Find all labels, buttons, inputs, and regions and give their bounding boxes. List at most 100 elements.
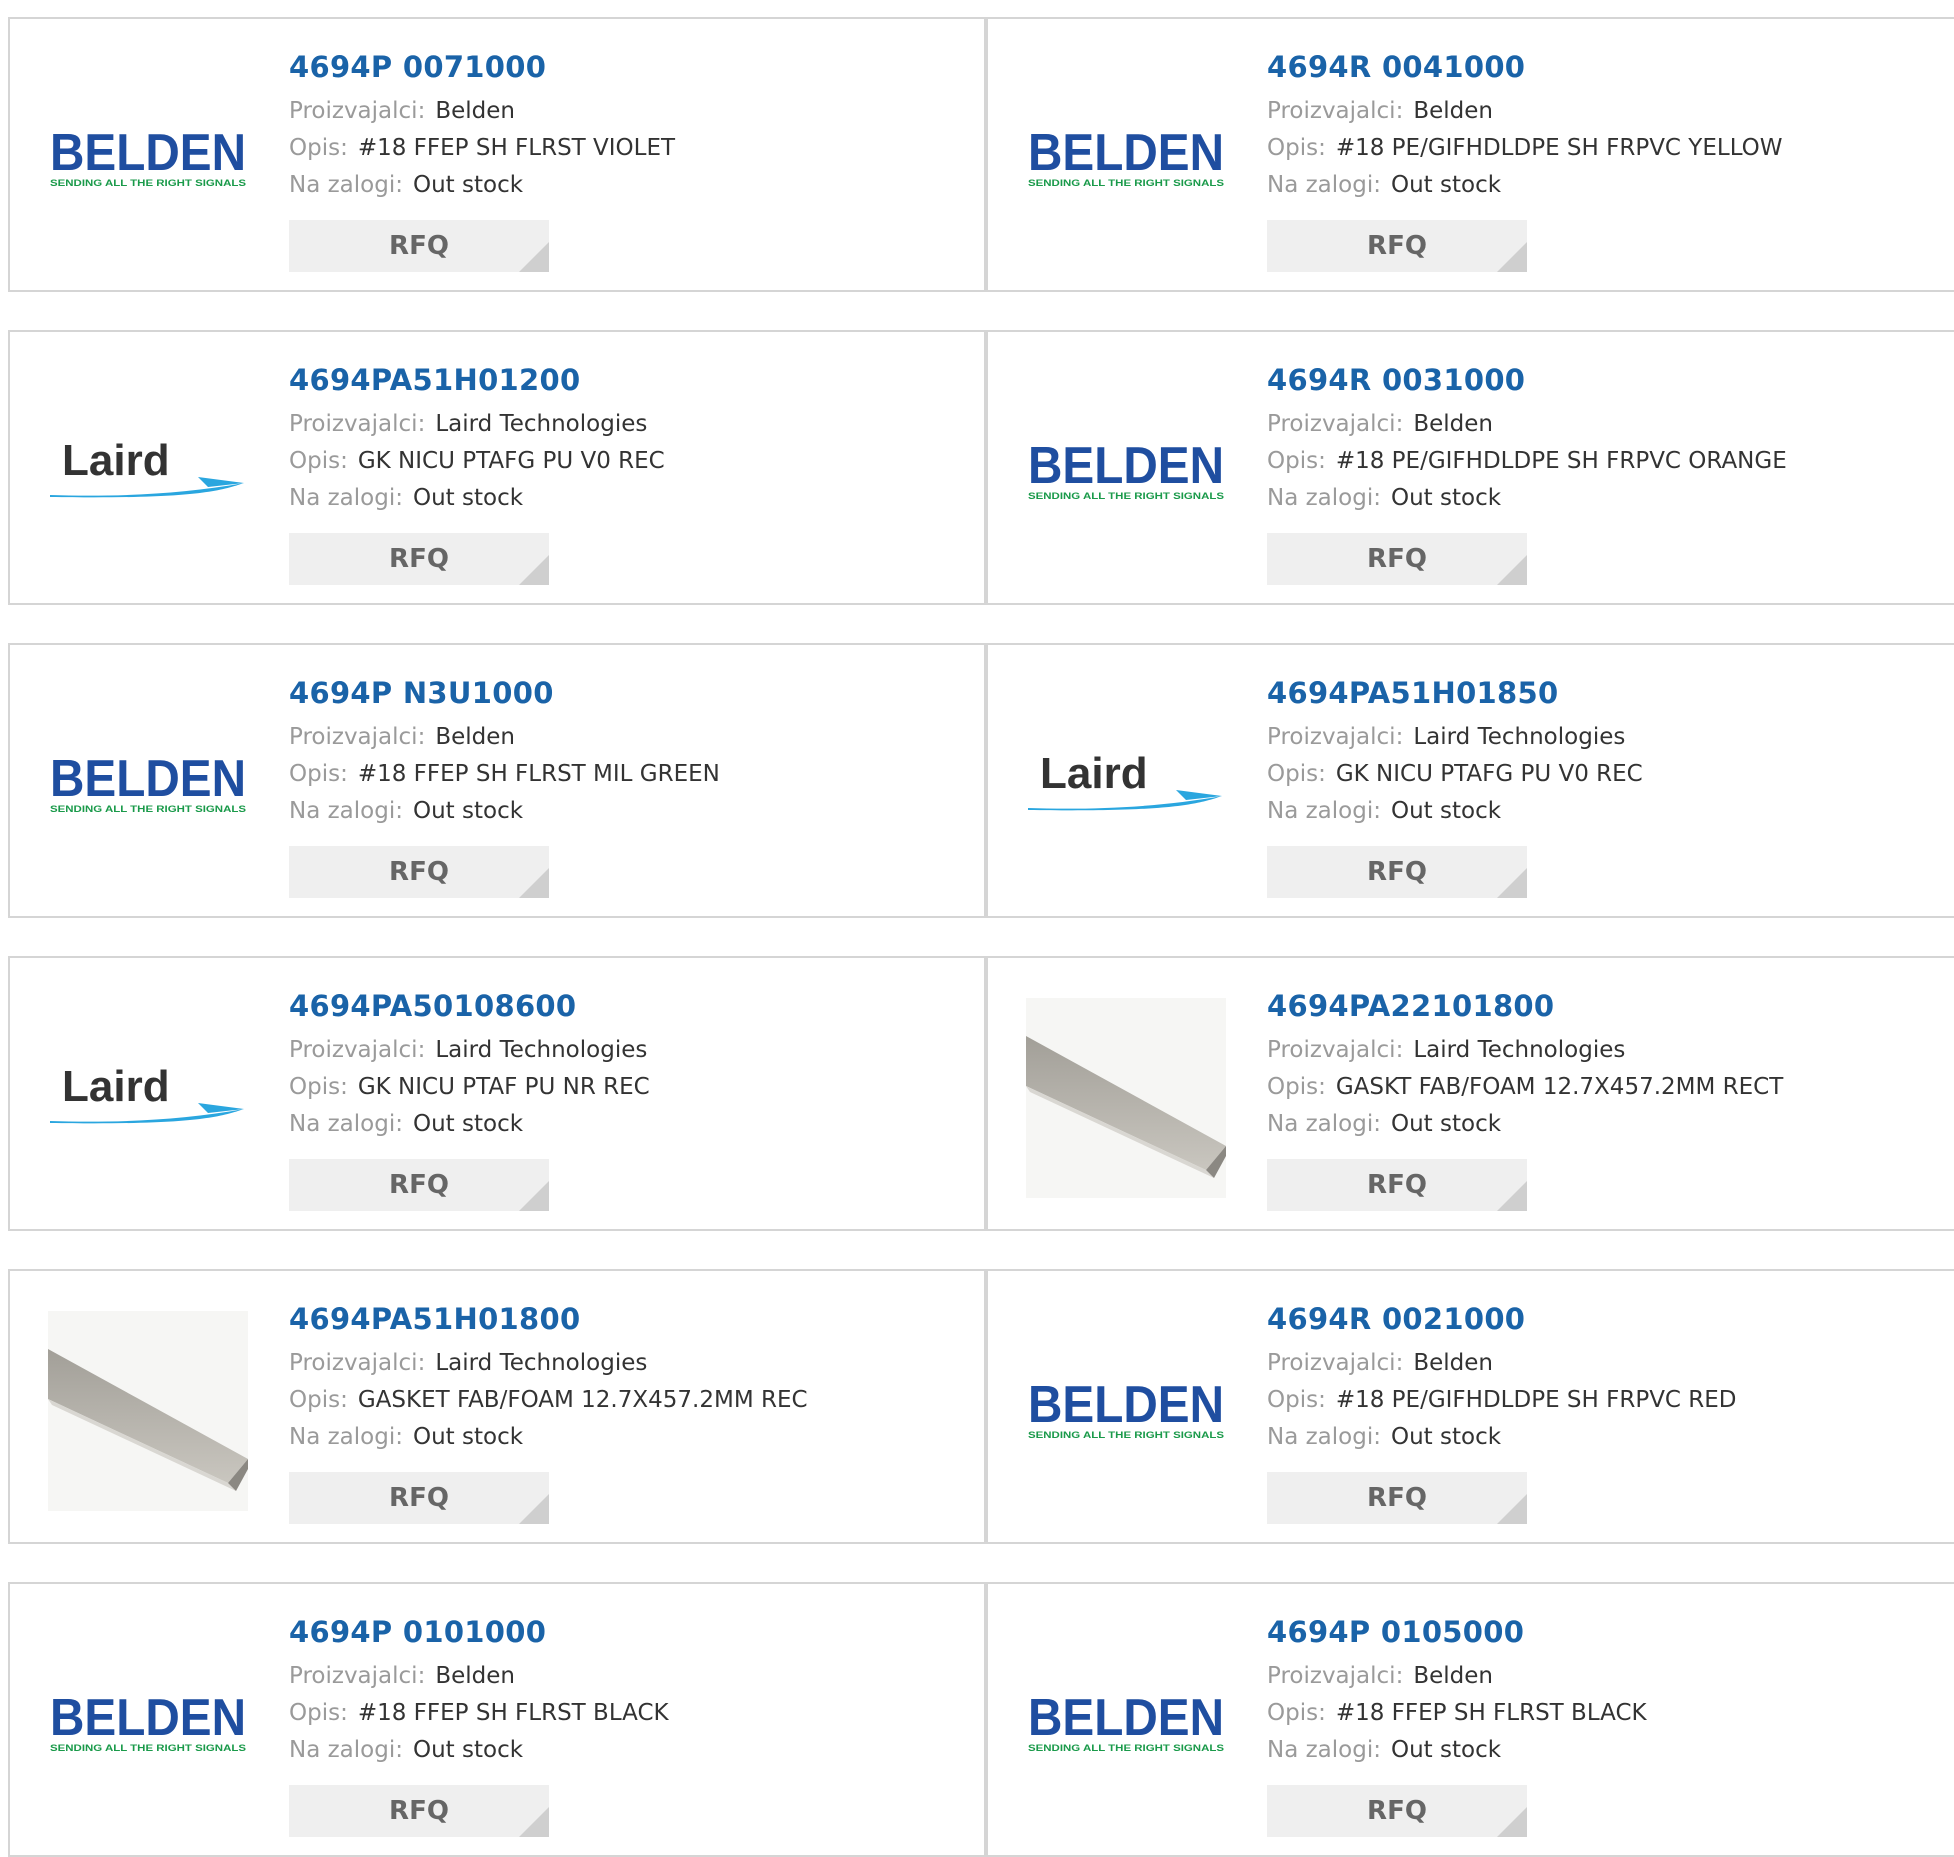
laird-swoosh-tip <box>198 1103 244 1113</box>
description-value: #18 PE/GIFHDLDPE SH FRPVC RED <box>1335 1387 1737 1413</box>
manufacturer-line: Proizvajalci: Belden <box>289 1658 669 1695</box>
product-image[interactable]: BELDEN SENDING ALL THE RIGHT SIGNALS <box>1026 1311 1226 1511</box>
part-number-link[interactable]: 4694P 0071000 <box>289 49 675 85</box>
stock-line: Na zalogi: Out stock <box>289 793 720 830</box>
stock-label: Na zalogi: <box>289 798 403 824</box>
corner-triangle-icon <box>519 868 549 898</box>
part-number-link[interactable]: 4694R 0031000 <box>1267 362 1787 398</box>
stock-line: Na zalogi: Out stock <box>289 1106 650 1143</box>
stock-line: Na zalogi: Out stock <box>289 167 675 204</box>
product-image[interactable]: BELDEN SENDING ALL THE RIGHT SIGNALS <box>1026 59 1226 259</box>
product-card: BELDEN SENDING ALL THE RIGHT SIGNALS 469… <box>986 19 1954 290</box>
product-image[interactable]: BELDEN SENDING ALL THE RIGHT SIGNALS <box>48 685 248 885</box>
rfq-button[interactable]: RFQ <box>1267 1472 1527 1524</box>
manufacturer-label: Proizvajalci: <box>1267 724 1404 750</box>
part-number-link[interactable]: 4694P 0105000 <box>1267 1614 1647 1650</box>
corner-triangle-icon <box>1497 1181 1527 1211</box>
product-image[interactable]: BELDEN SENDING ALL THE RIGHT SIGNALS <box>48 1624 248 1824</box>
product-info: 4694R 0021000 Proizvajalci: Belden Opis: #18… <box>1267 1301 1737 1456</box>
stock-line: Na zalogi: Out stock <box>1267 480 1787 517</box>
belden-tagline: SENDING ALL THE RIGHT SIGNALS <box>50 178 246 188</box>
laird-wordmark: Laird <box>62 437 170 485</box>
stock-label: Na zalogi: <box>1267 1111 1381 1137</box>
manufacturer-line: Proizvajalci: Belden <box>1267 1345 1737 1382</box>
part-number-link[interactable]: 4694PA22101800 <box>1267 988 1783 1024</box>
manufacturer-line: Proizvajalci: Belden <box>289 719 720 756</box>
rfq-button[interactable]: RFQ <box>1267 846 1527 898</box>
stock-line: Na zalogi: Out stock <box>1267 167 1783 204</box>
description-line: Opis: #18 FFEP SH FLRST VIOLET <box>289 130 675 167</box>
rfq-button[interactable]: RFQ <box>289 1159 549 1211</box>
part-number-link[interactable]: 4694P N3U1000 <box>289 675 720 711</box>
stock-value: Out stock <box>1390 798 1502 824</box>
stock-label: Na zalogi: <box>289 485 403 511</box>
description-line: Opis: #18 FFEP SH FLRST BLACK <box>1267 1695 1647 1732</box>
product-card: BELDEN SENDING ALL THE RIGHT SIGNALS 469… <box>8 19 986 290</box>
part-number-link[interactable]: 4694PA50108600 <box>289 988 650 1024</box>
manufacturer-line: Proizvajalci: Belden <box>1267 406 1787 443</box>
product-image[interactable] <box>48 1311 248 1511</box>
manufacturer-value: Belden <box>435 1663 515 1689</box>
manufacturer-line: Proizvajalci: Laird Technologies <box>289 1345 808 1382</box>
rfq-button[interactable]: RFQ <box>1267 533 1527 585</box>
manufacturer-label: Proizvajalci: <box>289 1663 426 1689</box>
product-info: 4694P 0105000 Proizvajalci: Belden Opis: #18… <box>1267 1614 1647 1769</box>
description-line: Opis: #18 PE/GIFHDLDPE SH FRPVC RED <box>1267 1382 1737 1419</box>
manufacturer-line: Proizvajalci: Laird Technologies <box>1267 719 1643 756</box>
manufacturer-line: Proizvajalci: Belden <box>1267 1658 1647 1695</box>
part-number-link[interactable]: 4694R 0041000 <box>1267 49 1783 85</box>
product-card: 4694PA51H01800 Proizvajalci: Laird Technol… <box>8 1271 986 1542</box>
laird-logo: Laird <box>1028 750 1222 811</box>
part-number-link[interactable]: 4694PA51H01850 <box>1267 675 1643 711</box>
part-number-link[interactable]: 4694P 0101000 <box>289 1614 669 1650</box>
product-info: 4694PA51H01800 Proizvajalci: Laird Technol… <box>289 1301 808 1456</box>
belden-tagline: SENDING ALL THE RIGHT SIGNALS <box>50 804 246 814</box>
rfq-button[interactable]: RFQ <box>289 220 549 272</box>
manufacturer-line: Proizvajalci: Laird Technologies <box>1267 1032 1783 1069</box>
rfq-button[interactable]: RFQ <box>289 846 549 898</box>
rfq-button[interactable]: RFQ <box>1267 1159 1527 1211</box>
part-number-link[interactable]: 4694PA51H01200 <box>289 362 665 398</box>
rfq-label: RFQ <box>389 1170 449 1200</box>
product-card: Laird 4694PA51H01850 Proizvajalci: Laird T… <box>986 645 1954 916</box>
product-image[interactable]: BELDEN SENDING ALL THE RIGHT SIGNALS <box>1026 372 1226 572</box>
rfq-button[interactable]: RFQ <box>289 1472 549 1524</box>
description-value: GK NICU PTAFG PU V0 REC <box>1335 761 1643 787</box>
part-number-link[interactable]: 4694PA51H01800 <box>289 1301 808 1337</box>
rfq-label: RFQ <box>389 231 449 261</box>
product-image[interactable]: Laird <box>48 998 248 1198</box>
product-row: BELDEN SENDING ALL THE RIGHT SIGNALS 469… <box>8 1582 1954 1857</box>
description-line: Opis: GASKET FAB/FOAM 12.7X457.2MM REC <box>289 1382 808 1419</box>
rfq-label: RFQ <box>1367 1796 1427 1826</box>
description-line: Opis: GK NICU PTAFG PU V0 REC <box>289 443 665 480</box>
laird-swoosh-tip <box>1176 790 1222 800</box>
rfq-button[interactable]: RFQ <box>289 533 549 585</box>
laird-logo: Laird <box>50 1063 244 1124</box>
product-image[interactable]: Laird <box>1026 685 1226 885</box>
description-label: Opis: <box>289 135 348 161</box>
manufacturer-line: Proizvajalci: Belden <box>289 93 675 130</box>
manufacturer-label: Proizvajalci: <box>289 724 426 750</box>
stock-value: Out stock <box>1390 1737 1502 1763</box>
product-image[interactable]: BELDEN SENDING ALL THE RIGHT SIGNALS <box>1026 1624 1226 1824</box>
corner-triangle-icon <box>519 1807 549 1837</box>
stock-value: Out stock <box>1390 485 1502 511</box>
stock-value: Out stock <box>412 172 524 198</box>
rfq-button[interactable]: RFQ <box>289 1785 549 1837</box>
description-value: GK NICU PTAF PU NR REC <box>357 1074 650 1100</box>
stock-line: Na zalogi: Out stock <box>1267 793 1643 830</box>
product-image[interactable] <box>1026 998 1226 1198</box>
stock-value: Out stock <box>1390 172 1502 198</box>
product-image[interactable]: Laird <box>48 372 248 572</box>
rfq-label: RFQ <box>1367 544 1427 574</box>
part-number-link[interactable]: 4694R 0021000 <box>1267 1301 1737 1337</box>
rfq-button[interactable]: RFQ <box>1267 1785 1527 1837</box>
product-row: BELDEN SENDING ALL THE RIGHT SIGNALS 469… <box>8 17 1954 292</box>
product-row: 4694PA51H01800 Proizvajalci: Laird Technol… <box>8 1269 1954 1544</box>
rfq-label: RFQ <box>389 1483 449 1513</box>
rfq-button[interactable]: RFQ <box>1267 220 1527 272</box>
stock-value: Out stock <box>1390 1424 1502 1450</box>
description-value: GASKET FAB/FOAM 12.7X457.2MM REC <box>357 1387 808 1413</box>
product-image[interactable]: BELDEN SENDING ALL THE RIGHT SIGNALS <box>48 59 248 259</box>
stock-label: Na zalogi: <box>1267 1737 1381 1763</box>
